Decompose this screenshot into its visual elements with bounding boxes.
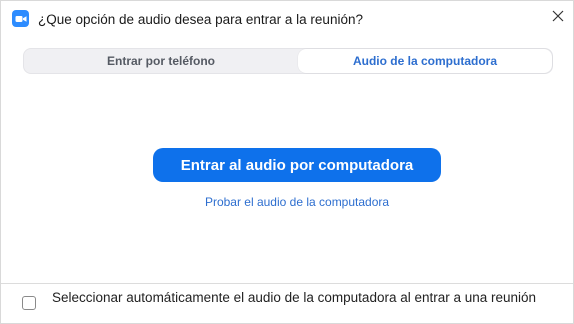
zoom-camera-icon xyxy=(12,10,29,27)
audio-options-dialog: ¿Que opción de audio desea para entrar a… xyxy=(0,0,574,324)
join-computer-audio-button[interactable]: Entrar al audio por computadora xyxy=(153,148,441,182)
title-bar: ¿Que opción de audio desea para entrar a… xyxy=(1,1,573,39)
close-icon xyxy=(552,9,564,27)
dialog-title: ¿Que opción de audio desea para entrar a… xyxy=(38,12,363,27)
footer-divider xyxy=(1,283,573,284)
tab-computer-audio[interactable]: Audio de la computadora xyxy=(298,49,552,73)
test-computer-audio-link[interactable]: Probar el audio de la computadora xyxy=(1,195,574,209)
audio-tabs: Entrar por teléfono Audio de la computad… xyxy=(23,48,553,74)
auto-select-audio-checkbox[interactable] xyxy=(22,296,36,310)
auto-select-audio-label: Seleccionar automáticamente el audio de … xyxy=(52,290,537,305)
tab-phone[interactable]: Entrar por teléfono xyxy=(24,49,298,73)
close-button[interactable] xyxy=(543,5,573,31)
